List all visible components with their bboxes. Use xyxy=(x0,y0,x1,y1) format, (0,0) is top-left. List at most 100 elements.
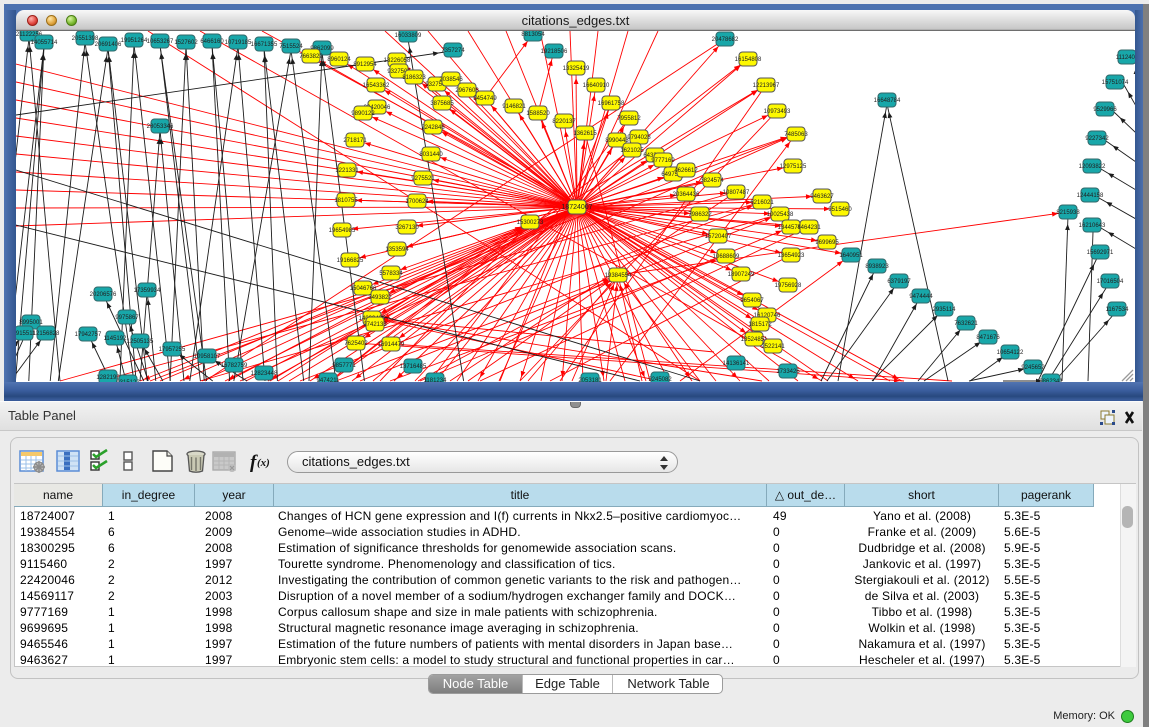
svg-text:9654067: 9654067 xyxy=(740,298,764,304)
svg-text:1810755: 1810755 xyxy=(334,198,358,204)
svg-text:3267130: 3267130 xyxy=(395,225,419,231)
svg-text:10688609: 10688609 xyxy=(713,254,740,260)
svg-text:1700624: 1700624 xyxy=(405,199,429,205)
svg-text:6379197: 6379197 xyxy=(887,279,911,285)
svg-text:16914479: 16914479 xyxy=(378,342,405,348)
svg-text:3824574: 3824574 xyxy=(700,178,724,184)
svg-text:8186323: 8186323 xyxy=(402,75,426,81)
svg-text:16640910: 16640910 xyxy=(583,83,610,89)
svg-text:15300273: 15300273 xyxy=(517,220,544,226)
svg-text:1527602: 1527602 xyxy=(174,40,198,46)
svg-text:1621025: 1621025 xyxy=(620,148,644,154)
svg-text:12975125: 12975125 xyxy=(780,164,807,170)
svg-text:9315122: 9315122 xyxy=(116,380,140,382)
svg-text:4464231: 4464231 xyxy=(797,225,821,231)
svg-text:4626612: 4626612 xyxy=(674,168,698,174)
svg-text:9227342: 9227342 xyxy=(1085,136,1109,142)
svg-text:8471676: 8471676 xyxy=(976,335,1000,341)
svg-text:13226058: 13226058 xyxy=(384,58,411,64)
svg-text:14055714: 14055714 xyxy=(31,40,58,46)
svg-text:1815172: 1815172 xyxy=(748,322,772,328)
svg-text:3493822: 3493822 xyxy=(368,295,392,301)
svg-text:19951264: 19951264 xyxy=(121,38,148,44)
svg-text:9890122: 9890122 xyxy=(351,111,375,117)
svg-text:9275521: 9275521 xyxy=(411,176,435,182)
svg-text:9474444: 9474444 xyxy=(909,294,933,300)
svg-text:6216021: 6216021 xyxy=(750,200,774,206)
svg-text:1353594: 1353594 xyxy=(385,247,409,253)
svg-text:1145192: 1145192 xyxy=(104,336,128,342)
svg-text:14136141: 14136141 xyxy=(723,361,750,367)
svg-text:9794028: 9794028 xyxy=(627,135,651,141)
svg-text:13716485: 13716485 xyxy=(400,364,427,370)
svg-text:13325419: 13325419 xyxy=(563,66,590,72)
svg-text:2718171: 2718171 xyxy=(343,138,367,144)
svg-text:20206576: 20206576 xyxy=(90,292,117,298)
svg-text:7986322: 7986322 xyxy=(688,212,712,218)
svg-text:2935114: 2935114 xyxy=(933,307,957,313)
svg-text:1181234: 1181234 xyxy=(424,378,448,382)
svg-text:8995001: 8995001 xyxy=(19,320,43,326)
svg-text:15720407: 15720407 xyxy=(705,234,732,240)
svg-text:13654923: 13654923 xyxy=(778,253,805,259)
svg-text:16671355: 16671355 xyxy=(251,42,278,48)
svg-text:10719185: 10719185 xyxy=(225,40,252,46)
svg-text:1640951: 1640951 xyxy=(839,253,863,259)
svg-text:9699695: 9699695 xyxy=(815,240,839,246)
svg-text:10807487: 10807487 xyxy=(723,190,750,196)
svg-text:12823448: 12823448 xyxy=(251,371,278,377)
svg-text:9474211: 9474211 xyxy=(317,378,341,382)
svg-text:8215938: 8215938 xyxy=(1056,210,1080,216)
svg-text:16210643: 16210643 xyxy=(1079,223,1106,229)
svg-text:10958107: 10958107 xyxy=(194,354,221,360)
svg-text:19756928: 19756928 xyxy=(775,283,802,289)
svg-text:28053346: 28053346 xyxy=(147,124,174,130)
svg-text:17359934: 17359934 xyxy=(134,288,161,294)
svg-text:2742133: 2742133 xyxy=(363,322,387,328)
svg-text:2038546: 2038546 xyxy=(439,77,463,83)
svg-text:8031440: 8031440 xyxy=(419,152,443,158)
svg-text:9777169: 9777169 xyxy=(651,158,675,164)
svg-text:3875685: 3875685 xyxy=(430,101,454,107)
svg-text:16154808: 16154808 xyxy=(735,57,762,63)
svg-text:17016504: 17016504 xyxy=(1097,279,1124,285)
svg-text:17942757: 17942757 xyxy=(75,332,102,338)
svg-text:8960124: 8960124 xyxy=(327,57,351,63)
svg-text:12156828: 12156828 xyxy=(33,331,60,337)
svg-text:2522141: 2522141 xyxy=(761,344,785,350)
svg-text:7515524: 7515524 xyxy=(279,44,303,50)
svg-text:1112404: 1112404 xyxy=(1116,55,1135,61)
svg-text:7485063: 7485063 xyxy=(784,132,808,138)
svg-text:12213967: 12213967 xyxy=(753,83,780,89)
svg-text:10653267: 10653267 xyxy=(147,39,174,45)
svg-text:15751074: 15751074 xyxy=(1102,80,1129,86)
svg-text:8454749: 8454749 xyxy=(473,96,497,102)
svg-text:9857771: 9857771 xyxy=(332,363,356,369)
svg-text:18907249: 18907249 xyxy=(728,272,755,278)
svg-text:1733426: 1733426 xyxy=(776,369,800,375)
svg-text:16648784: 16648784 xyxy=(874,98,901,104)
svg-text:9146821: 9146821 xyxy=(502,104,526,110)
svg-text:2242848: 2242848 xyxy=(421,125,445,131)
svg-text:9245082: 9245082 xyxy=(648,377,672,382)
svg-text:1588520: 1588520 xyxy=(526,111,550,117)
svg-text:17957255: 17957255 xyxy=(159,347,186,353)
svg-text:(x): (x) xyxy=(257,457,270,469)
svg-text:10025438: 10025438 xyxy=(767,212,794,218)
svg-text:16961758: 16961758 xyxy=(598,101,625,107)
svg-text:5578334: 5578334 xyxy=(379,271,403,277)
svg-text:7632621: 7632621 xyxy=(954,321,978,327)
svg-text:20691406: 20691406 xyxy=(95,42,122,48)
svg-text:9975867: 9975867 xyxy=(115,315,139,321)
svg-text:7663822: 7663822 xyxy=(299,54,323,60)
svg-text:16782759: 16782759 xyxy=(221,363,248,369)
svg-text:19166825: 19166825 xyxy=(337,258,364,264)
svg-text:19654985: 19654985 xyxy=(329,228,356,234)
svg-text:7625402: 7625402 xyxy=(344,341,368,347)
svg-text:1221331: 1221331 xyxy=(335,168,359,174)
svg-text:20478682: 20478682 xyxy=(712,37,739,43)
svg-text:6466160: 6466160 xyxy=(200,39,224,45)
svg-text:9862341: 9862341 xyxy=(1039,379,1063,382)
svg-text:16543362: 16543362 xyxy=(363,83,390,89)
svg-text:19384554: 19384554 xyxy=(605,273,632,279)
